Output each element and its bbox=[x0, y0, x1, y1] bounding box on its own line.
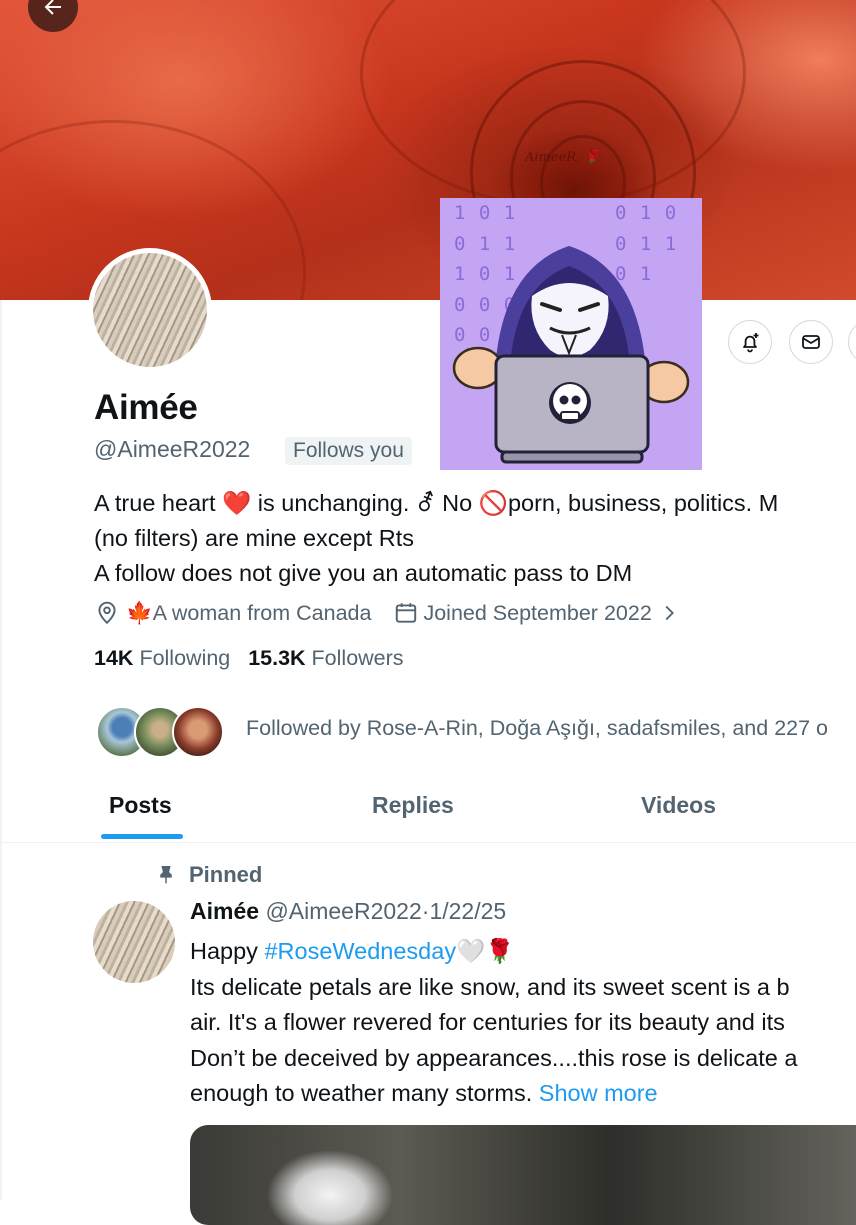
post-header: Aimée @AimeeR2022·1/22/25 bbox=[190, 898, 506, 925]
post-date[interactable]: 1/22/25 bbox=[429, 898, 506, 924]
post-line: air. It's a flower revered for centuries… bbox=[190, 1009, 785, 1035]
followers-count: 15.3K bbox=[248, 646, 306, 670]
more-button[interactable] bbox=[848, 320, 856, 364]
post-body: Happy #RoseWednesday🤍🌹 Its delicate peta… bbox=[190, 934, 797, 1112]
post-line: Happy #RoseWednesday🤍🌹 bbox=[190, 938, 515, 964]
profile-joined: Joined September 2022 bbox=[423, 600, 652, 625]
hacker-sticker-image: 1 0 1 0 1 1 1 0 1 0 0 0 0 0 0 0 1 0 0 1 … bbox=[440, 198, 702, 470]
following-label: Following bbox=[139, 646, 231, 670]
following-link[interactable]: 14K Following bbox=[94, 646, 230, 670]
profile-avatar[interactable] bbox=[88, 248, 212, 372]
post-author-handle[interactable]: @AimeeR2022 bbox=[265, 898, 421, 924]
pin-icon bbox=[160, 866, 172, 884]
post-author-avatar[interactable] bbox=[93, 901, 175, 983]
followers-link[interactable]: 15.3K Followers bbox=[248, 646, 403, 670]
profile-meta: 🍁A woman from Canada Joined September 20… bbox=[94, 600, 680, 626]
hacker-figure bbox=[452, 246, 690, 464]
bio-line: A true heart ❤️ is unchanging. ⚦ No 🚫por… bbox=[94, 490, 779, 516]
tab-posts[interactable]: Posts bbox=[109, 792, 172, 819]
location-pin-icon bbox=[98, 601, 116, 625]
avatar-image bbox=[93, 253, 207, 367]
column-border bbox=[0, 300, 2, 1200]
tab-replies[interactable]: Replies bbox=[372, 792, 454, 819]
profile-stats: 14K Following 15.3K Followers bbox=[94, 646, 404, 671]
pinned-text: Pinned bbox=[189, 862, 263, 887]
followed-by-text[interactable]: Followed by Rose-A-Rin, Doğa Aşığı, sada… bbox=[246, 716, 828, 741]
follows-you-badge: Follows you bbox=[285, 437, 412, 465]
following-count: 14K bbox=[94, 646, 134, 670]
calendar-icon bbox=[396, 603, 417, 623]
active-tab-indicator bbox=[101, 834, 183, 839]
bell-plus-icon bbox=[743, 333, 759, 353]
pinned-label: Pinned bbox=[155, 862, 262, 888]
bio-line: (no filters) are mine except Rts bbox=[94, 525, 414, 551]
follower-avatar bbox=[172, 706, 224, 758]
tab-videos[interactable]: Videos bbox=[641, 792, 716, 819]
back-arrow-icon bbox=[44, 0, 61, 15]
chevron-right-icon[interactable] bbox=[658, 602, 680, 624]
message-button[interactable] bbox=[789, 320, 833, 364]
followed-by-avatars[interactable] bbox=[96, 704, 224, 760]
profile-tabs: Posts Replies Videos bbox=[0, 770, 856, 843]
post-author-name[interactable]: Aimée bbox=[190, 898, 259, 924]
profile-name: Aimée bbox=[94, 388, 198, 427]
hashtag-link[interactable]: #RoseWednesday bbox=[264, 938, 456, 964]
notifications-button[interactable] bbox=[728, 320, 772, 364]
profile-location: 🍁A woman from Canada bbox=[126, 600, 372, 625]
profile-bio: A true heart ❤️ is unchanging. ⚦ No 🚫por… bbox=[94, 486, 778, 591]
banner-watermark: AimeeR. 🌹 bbox=[525, 150, 601, 165]
post-line: Don’t be deceived by appearances....this… bbox=[190, 1044, 798, 1071]
bio-line: A follow does not give you an automatic … bbox=[94, 560, 633, 586]
followers-label: Followers bbox=[311, 646, 404, 670]
profile-handle: @AimeeR2022 bbox=[94, 436, 251, 462]
mail-icon bbox=[802, 335, 820, 349]
post-line: enough to weather many storms. Show more bbox=[190, 1080, 658, 1106]
show-more-link[interactable]: Show more bbox=[539, 1080, 658, 1106]
post-media-image[interactable] bbox=[190, 1125, 856, 1225]
post-line: Its delicate petals are like snow, and i… bbox=[190, 973, 790, 1000]
